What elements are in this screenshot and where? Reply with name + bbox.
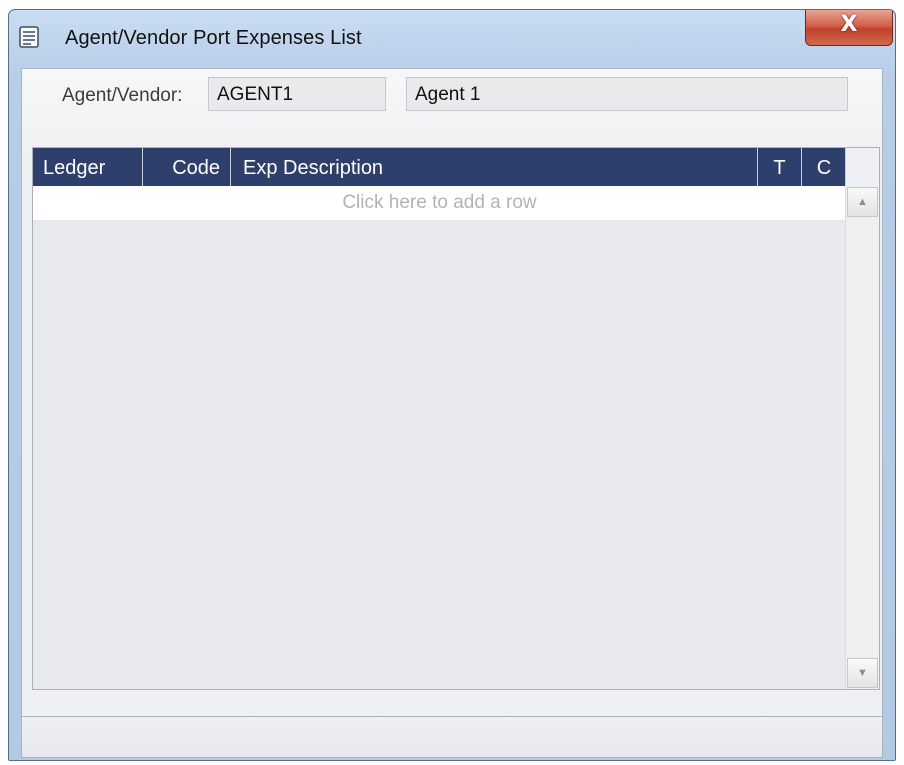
vertical-scrollbar[interactable]: ▲ ▼ — [845, 186, 879, 689]
agent-name-field[interactable]: Agent 1 — [406, 77, 848, 111]
column-header-ledger[interactable]: Ledger — [33, 148, 143, 186]
column-header-c[interactable]: C — [802, 148, 846, 186]
close-icon: X — [840, 12, 858, 37]
column-header-code[interactable]: Code — [143, 148, 231, 186]
column-header-exp-description[interactable]: Exp Description — [231, 148, 758, 186]
close-button[interactable]: X — [805, 10, 893, 46]
port-expenses-window: Agent/Vendor Port Expenses List X Agent/… — [8, 9, 896, 761]
grid-header: Ledger Code Exp Description T C — [33, 148, 846, 186]
status-bar — [21, 716, 883, 758]
scroll-up-icon[interactable]: ▲ — [847, 187, 878, 217]
grid-header-corner — [845, 148, 879, 186]
title-bar[interactable]: Agent/Vendor Port Expenses List X — [9, 10, 895, 68]
dialog-body: Agent/Vendor: AGENT1 Agent 1 Ledger Code… — [21, 68, 883, 748]
window-title: Agent/Vendor Port Expenses List — [65, 27, 362, 49]
expenses-grid: Ledger Code Exp Description T C Click he… — [32, 147, 880, 690]
document-list-icon — [19, 26, 39, 48]
agent-code-field[interactable]: AGENT1 — [208, 77, 386, 111]
scroll-down-icon[interactable]: ▼ — [847, 658, 878, 688]
column-header-t[interactable]: T — [758, 148, 802, 186]
add-row-button[interactable]: Click here to add a row — [33, 186, 846, 220]
agent-vendor-label: Agent/Vendor: — [62, 85, 183, 106]
